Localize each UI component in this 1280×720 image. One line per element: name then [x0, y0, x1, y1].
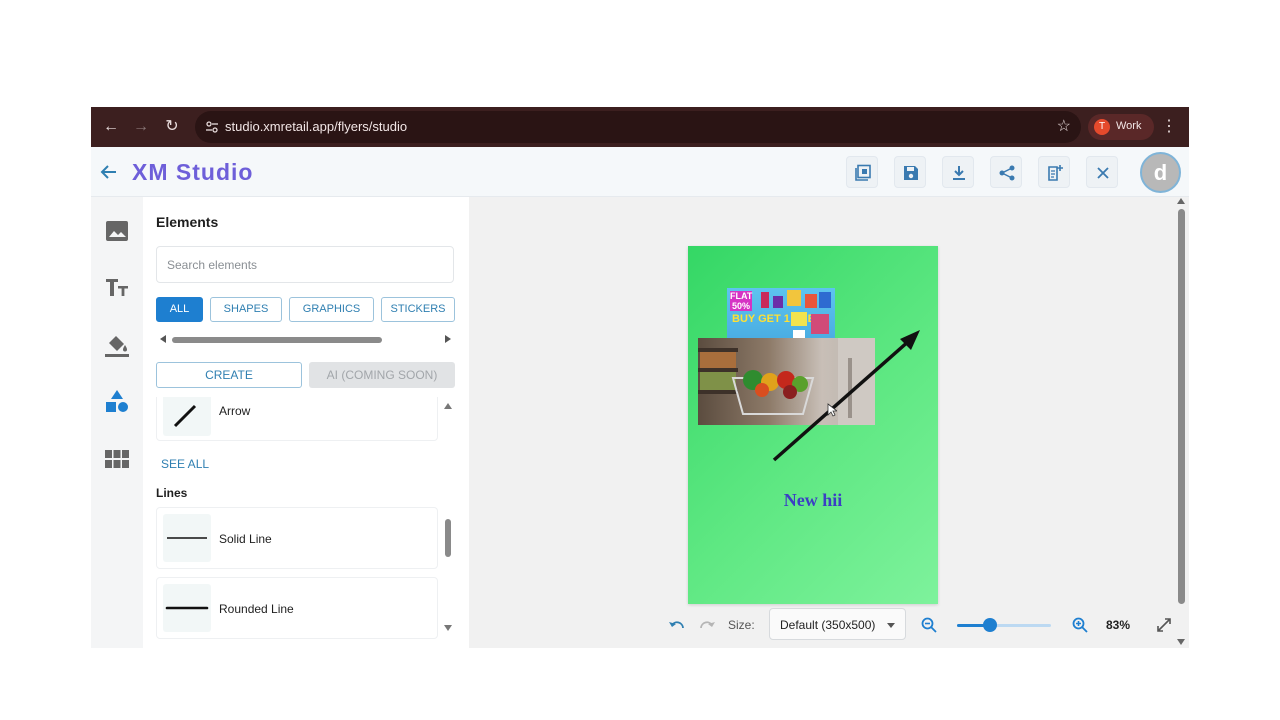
close-icon: [1097, 167, 1109, 179]
solid-line-icon: [167, 537, 207, 539]
download-icon: [953, 166, 965, 180]
templates-icon: [855, 164, 871, 181]
app-title: XM Studio: [132, 159, 254, 185]
mouse-cursor-icon: [827, 403, 837, 417]
list-scrollbar-thumb[interactable]: [445, 519, 451, 557]
zoom-value: 83%: [1106, 618, 1131, 632]
elements-panel: Elements ALL SHAPES GRAPHICS STICKERS CR…: [143, 197, 469, 648]
page-scrollbar-thumb[interactable]: [1178, 209, 1185, 604]
page-scroll-down-icon[interactable]: [1177, 639, 1185, 645]
back-arrow-icon[interactable]: ←: [99, 115, 123, 139]
page-scroll-up-icon[interactable]: [1177, 198, 1185, 204]
flyer-canvas[interactable]: FLAT 50% BUY GET 1 FREE New hii: [688, 246, 938, 604]
grid-icon[interactable]: [104, 446, 130, 472]
element-thumbnail: [163, 514, 211, 562]
element-thumbnail: [163, 397, 211, 436]
bottom-toolbar: Size: Default (350x500) 83%: [667, 608, 1177, 642]
site-settings-icon[interactable]: [205, 120, 219, 134]
share-button[interactable]: [990, 156, 1022, 188]
section-heading: Lines: [156, 486, 188, 500]
panel-title: Elements: [156, 214, 219, 230]
browser-toolbar: ← → ↻ studio.xmretail.app/flyers/studio …: [91, 107, 1189, 147]
element-arrow[interactable]: Arrow: [156, 397, 438, 441]
profile-avatar: T: [1094, 119, 1110, 135]
create-button[interactable]: CREATE: [156, 362, 302, 388]
address-bar[interactable]: studio.xmretail.app/flyers/studio ☆: [195, 111, 1081, 143]
element-solid-line[interactable]: Solid Line: [156, 507, 438, 569]
fill-bucket-icon[interactable]: [104, 332, 130, 358]
scroll-right-icon[interactable]: [445, 335, 451, 343]
tab-stickers[interactable]: STICKERS: [381, 297, 455, 322]
elements-list: Arrow SEE ALL Lines Solid Line Rounded L…: [143, 397, 469, 648]
scroll-left-icon[interactable]: [160, 335, 166, 343]
rounded-line-icon: [165, 606, 209, 610]
fullscreen-icon[interactable]: [1155, 616, 1173, 634]
element-label: Rounded Line: [219, 602, 294, 616]
back-arrow-icon[interactable]: [97, 160, 121, 184]
user-avatar[interactable]: d: [1140, 152, 1181, 193]
close-button[interactable]: [1086, 156, 1118, 188]
save-icon: [904, 166, 918, 180]
size-value: Default (350x500): [780, 618, 876, 632]
canvas-area: FLAT 50% BUY GET 1 FREE New hii Size: De…: [469, 197, 1189, 648]
search-input[interactable]: [156, 246, 454, 283]
text-icon[interactable]: [104, 275, 130, 301]
zoom-slider-thumb[interactable]: [982, 618, 997, 632]
element-rounded-line[interactable]: Rounded Line: [156, 577, 438, 639]
size-select[interactable]: Default (350x500): [769, 608, 906, 640]
browser-window: ← → ↻ studio.xmretail.app/flyers/studio …: [91, 107, 1189, 648]
tab-all[interactable]: ALL: [156, 297, 203, 322]
tab-shapes[interactable]: SHAPES: [210, 297, 282, 322]
element-label: Arrow: [219, 404, 251, 418]
flyer-text[interactable]: New hii: [688, 490, 938, 511]
download-button[interactable]: [942, 156, 974, 188]
chevron-down-icon: [887, 623, 895, 628]
size-label: Size:: [728, 618, 755, 632]
zoom-in-icon[interactable]: [1071, 616, 1089, 634]
save-button[interactable]: [894, 156, 926, 188]
profile-button[interactable]: T Work: [1088, 114, 1154, 140]
element-thumbnail: [163, 584, 211, 632]
add-page-button[interactable]: [1038, 156, 1070, 188]
redo-icon[interactable]: [697, 616, 717, 636]
shapes-icon[interactable]: [104, 389, 130, 415]
forward-arrow-icon[interactable]: →: [129, 115, 153, 139]
profile-label: Work: [1116, 120, 1142, 132]
templates-button[interactable]: [846, 156, 878, 188]
tabs-scrollbar-thumb[interactable]: [172, 337, 382, 343]
bookmark-star-icon[interactable]: ☆: [1057, 116, 1071, 136]
arrow-line-icon: [173, 404, 197, 428]
tool-rail: [91, 197, 143, 648]
share-icon: [999, 165, 1015, 181]
see-all-link[interactable]: SEE ALL: [161, 457, 209, 471]
arrow-element[interactable]: [688, 246, 938, 604]
app-header: XM Studio d: [91, 147, 1189, 197]
zoom-out-icon[interactable]: [920, 616, 938, 634]
add-page-icon: [1048, 165, 1063, 181]
scroll-down-icon[interactable]: [444, 625, 452, 631]
more-vertical-icon[interactable]: ⋮: [1161, 115, 1177, 139]
url-text: studio.xmretail.app/flyers/studio: [225, 119, 408, 134]
undo-icon[interactable]: [667, 616, 687, 636]
scroll-up-icon[interactable]: [444, 403, 452, 409]
element-label: Solid Line: [219, 532, 272, 546]
reload-icon[interactable]: ↻: [160, 115, 184, 139]
tab-graphics[interactable]: GRAPHICS: [289, 297, 374, 322]
image-icon[interactable]: [104, 218, 130, 244]
ai-button: AI (COMING SOON): [309, 362, 455, 388]
